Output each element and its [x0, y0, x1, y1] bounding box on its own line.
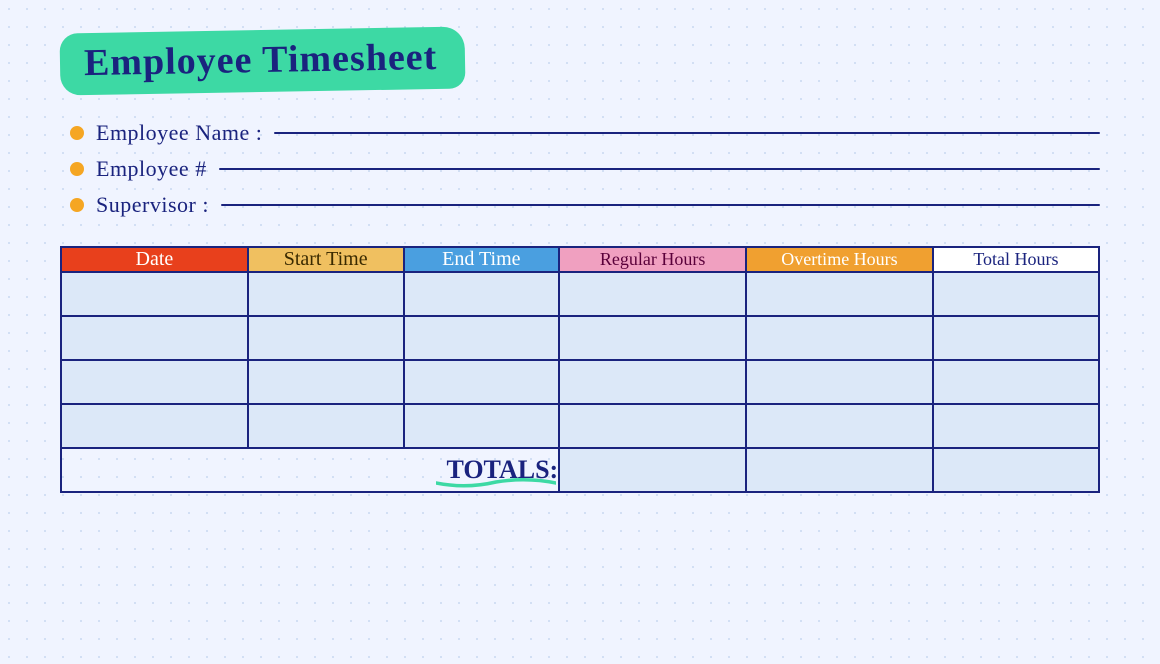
- cell-total-3[interactable]: [933, 360, 1099, 404]
- header-date: Date: [61, 247, 248, 272]
- totals-empty-1: [61, 448, 248, 492]
- header-regular-hours: Regular Hours: [559, 247, 746, 272]
- title-wrapper: Employee Timesheet: [59, 26, 465, 95]
- page-container: Employee Timesheet Employee Name : Emplo…: [0, 0, 1160, 664]
- cell-start-2[interactable]: [248, 316, 404, 360]
- table-row: [61, 272, 1099, 316]
- cell-regular-1[interactable]: [559, 272, 746, 316]
- cell-regular-3[interactable]: [559, 360, 746, 404]
- timesheet-table: Date Start Time End Time Regular Hours O…: [60, 246, 1100, 493]
- cell-start-4[interactable]: [248, 404, 404, 448]
- info-section: Employee Name : Employee # Supervisor :: [60, 120, 1100, 218]
- cell-date-1[interactable]: [61, 272, 248, 316]
- totals-label-cell: TOTALS:: [404, 448, 560, 492]
- bullet-icon: [70, 198, 84, 212]
- table-wrapper: Date Start Time End Time Regular Hours O…: [60, 246, 1100, 493]
- cell-overtime-2[interactable]: [746, 316, 933, 360]
- totals-total[interactable]: [933, 448, 1099, 492]
- employee-number-row: Employee #: [70, 156, 1100, 182]
- cell-overtime-4[interactable]: [746, 404, 933, 448]
- cell-overtime-3[interactable]: [746, 360, 933, 404]
- bullet-icon: [70, 162, 84, 176]
- employee-name-row: Employee Name :: [70, 120, 1100, 146]
- cell-start-3[interactable]: [248, 360, 404, 404]
- cell-end-1[interactable]: [404, 272, 560, 316]
- cell-total-4[interactable]: [933, 404, 1099, 448]
- header-end-time: End Time: [404, 247, 560, 272]
- supervisor-row: Supervisor :: [70, 192, 1100, 218]
- cell-regular-2[interactable]: [559, 316, 746, 360]
- totals-overtime[interactable]: [746, 448, 933, 492]
- employee-name-label: Employee Name :: [96, 120, 262, 146]
- cell-start-1[interactable]: [248, 272, 404, 316]
- cell-total-1[interactable]: [933, 272, 1099, 316]
- supervisor-line: [221, 204, 1100, 206]
- cell-end-2[interactable]: [404, 316, 560, 360]
- table-row: [61, 360, 1099, 404]
- table-row: [61, 404, 1099, 448]
- employee-number-line: [219, 168, 1100, 170]
- employee-number-label: Employee #: [96, 156, 207, 182]
- header-overtime-hours: Overtime Hours: [746, 247, 933, 272]
- cell-regular-4[interactable]: [559, 404, 746, 448]
- cell-total-2[interactable]: [933, 316, 1099, 360]
- cell-end-4[interactable]: [404, 404, 560, 448]
- totals-regular[interactable]: [559, 448, 746, 492]
- totals-empty-2: [248, 448, 404, 492]
- page-title: Employee Timesheet: [84, 35, 438, 85]
- cell-end-3[interactable]: [404, 360, 560, 404]
- table-header-row: Date Start Time End Time Regular Hours O…: [61, 247, 1099, 272]
- supervisor-label: Supervisor :: [96, 192, 209, 218]
- header-start-time: Start Time: [248, 247, 404, 272]
- cell-date-3[interactable]: [61, 360, 248, 404]
- table-row: [61, 316, 1099, 360]
- header-total-hours: Total Hours: [933, 247, 1099, 272]
- cell-date-2[interactable]: [61, 316, 248, 360]
- totals-underline-svg: [436, 477, 556, 489]
- employee-name-line: [274, 132, 1100, 134]
- totals-row: TOTALS:: [61, 448, 1099, 492]
- cell-date-4[interactable]: [61, 404, 248, 448]
- bullet-icon: [70, 126, 84, 140]
- cell-overtime-1[interactable]: [746, 272, 933, 316]
